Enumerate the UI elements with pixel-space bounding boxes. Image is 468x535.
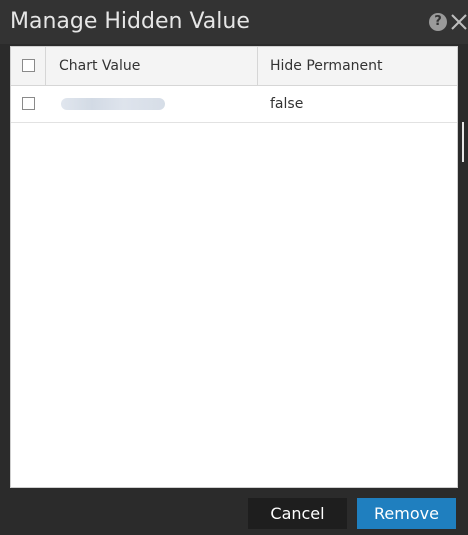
hide-permanent-cell: false <box>270 96 304 112</box>
row-checkbox[interactable] <box>22 97 35 110</box>
dialog-title: Manage Hidden Value <box>10 9 250 34</box>
table-header: Chart Value Hide Permanent <box>11 47 457 86</box>
help-icon[interactable]: ? <box>429 13 447 31</box>
cancel-button[interactable]: Cancel <box>248 498 347 529</box>
table-row[interactable]: false <box>11 86 457 123</box>
column-header-hide-permanent[interactable]: Hide Permanent <box>270 58 383 74</box>
close-icon[interactable] <box>450 12 468 32</box>
dialog-titlebar: Manage Hidden Value ? <box>0 0 468 44</box>
hidden-values-table: Chart Value Hide Permanent false <box>10 46 458 488</box>
manage-hidden-value-dialog: Manage Hidden Value ? Chart Value Hide P… <box>0 0 468 535</box>
column-header-chart-value[interactable]: Chart Value <box>59 58 140 74</box>
column-divider <box>257 47 258 85</box>
remove-button[interactable]: Remove <box>357 498 456 529</box>
select-all-checkbox[interactable] <box>22 59 35 72</box>
column-divider <box>45 47 46 85</box>
dialog-footer: Cancel Remove <box>0 488 468 535</box>
scrollbar[interactable] <box>462 122 464 162</box>
chart-value-cell-redacted <box>61 98 165 110</box>
